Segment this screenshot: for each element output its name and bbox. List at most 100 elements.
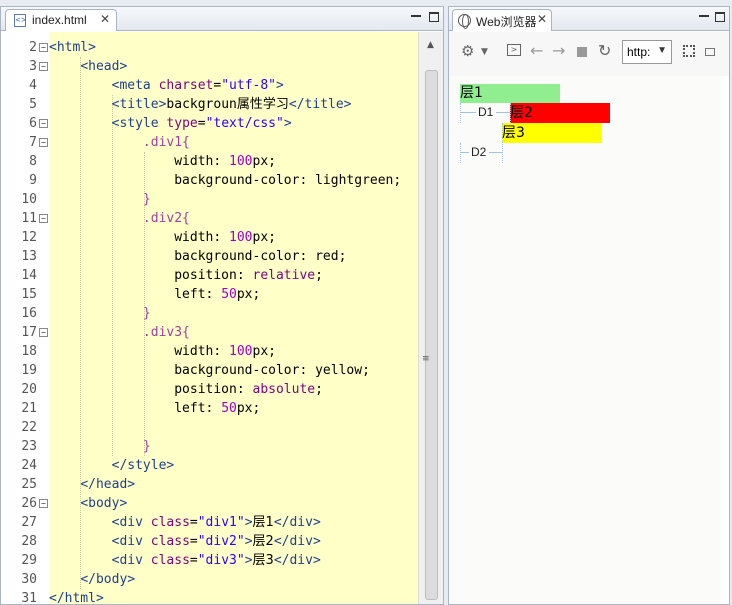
line-number: 10: [21, 192, 37, 207]
measure-guide: [460, 143, 461, 163]
lock-icon[interactable]: [705, 48, 715, 56]
ide-window: <> index.html ✕ 2−3− 4 5 6−7− 8 9 10 11− 12 13 14 1…: [0, 0, 732, 605]
back-icon[interactable]: ←: [530, 41, 543, 60]
code-line[interactable]: <style type="text/css">: [49, 114, 417, 133]
code-line[interactable]: <meta charset="utf-8">: [49, 76, 417, 95]
line-number: 29: [21, 553, 37, 568]
globe-icon: [458, 14, 471, 29]
browser-tab-label: Web浏览器: [476, 15, 537, 29]
close-tab-icon[interactable]: ✕: [100, 12, 110, 26]
line-number: 14: [21, 268, 37, 283]
code-line[interactable]: <html>: [49, 38, 417, 57]
code-line[interactable]: <div class="div3">层3</div>: [49, 551, 417, 570]
measure-guide: [460, 103, 461, 123]
fold-toggle-icon[interactable]: −: [39, 43, 48, 52]
div1-layer: 层1: [460, 84, 560, 103]
url-dropdown-icon[interactable]: ▼: [657, 45, 667, 56]
d1-arrow: [461, 112, 476, 113]
d1-arrow: [496, 112, 510, 113]
scroll-grip-icon: ≡: [422, 354, 430, 364]
line-number: 31: [21, 591, 37, 605]
line-number: 8: [29, 154, 37, 169]
fold-toggle-icon[interactable]: −: [39, 328, 48, 337]
line-number: 6−: [1, 114, 49, 133]
gear-icon[interactable]: ⚙: [461, 42, 474, 60]
tab-index-html[interactable]: <> index.html ✕: [5, 9, 117, 31]
code-line[interactable]: </style>: [49, 456, 417, 475]
fold-toggle-icon[interactable]: −: [39, 119, 48, 128]
rendered-page: [449, 76, 721, 604]
minimize-icon[interactable]: [699, 15, 709, 17]
line-number: 12: [21, 230, 37, 245]
code-line[interactable]: left: 50px;: [49, 285, 417, 304]
code-line[interactable]: position: relative;: [49, 266, 417, 285]
code-line[interactable]: .div1{: [49, 133, 417, 152]
code-line[interactable]: background-color: yellow;: [49, 361, 417, 380]
editor-tab-bar: <> index.html ✕: [1, 7, 443, 31]
code-line[interactable]: width: 100px;: [49, 342, 417, 361]
code-line[interactable]: width: 100px;: [49, 152, 417, 171]
code-line[interactable]: }: [49, 304, 417, 323]
forward-icon[interactable]: →: [552, 41, 565, 60]
fold-toggle-icon[interactable]: −: [39, 62, 48, 71]
code-line[interactable]: </html>: [49, 589, 417, 604]
d2-arrow: [489, 152, 502, 153]
code-line[interactable]: left: 50px;: [49, 399, 417, 418]
code-line[interactable]: <head>: [49, 57, 417, 76]
line-number: 24: [21, 458, 37, 473]
gear-dropdown-icon[interactable]: ▼: [481, 47, 488, 57]
close-tab-icon[interactable]: ✕: [537, 12, 547, 26]
code-line[interactable]: }: [49, 190, 417, 209]
code-line[interactable]: .div3{: [49, 323, 417, 342]
line-number: 23: [21, 439, 37, 454]
fold-toggle-icon[interactable]: −: [39, 138, 48, 147]
code-line[interactable]: background-color: lightgreen;: [49, 171, 417, 190]
line-number: 28: [21, 534, 37, 549]
code-line[interactable]: <title>backgroun属性学习</title>: [49, 95, 417, 114]
line-number: 11−: [1, 209, 49, 228]
minimize-icon[interactable]: [411, 15, 421, 17]
url-input[interactable]: http: ▼: [622, 40, 672, 64]
scroll-up-icon[interactable]: ▲: [427, 40, 434, 50]
code-line[interactable]: .div2{: [49, 209, 417, 228]
tab-label: index.html: [32, 13, 87, 27]
editor-scrollbar[interactable]: ▲ ≡: [418, 32, 443, 604]
d2-arrow: [461, 152, 469, 153]
line-number: 17−: [1, 323, 49, 342]
d1-label: D1: [478, 105, 494, 119]
refresh-icon[interactable]: ↻: [598, 41, 611, 60]
measure-guide: [510, 103, 511, 123]
maximize-icon[interactable]: [429, 12, 439, 22]
code-line[interactable]: <div class="div2">层2</div>: [49, 532, 417, 551]
scrollbar-thumb[interactable]: [425, 70, 438, 600]
line-number: 18: [21, 344, 37, 359]
terminal-icon[interactable]: >: [507, 44, 521, 56]
fold-toggle-icon[interactable]: −: [39, 214, 48, 223]
code-line[interactable]: <div class="div1">层1</div>: [49, 513, 417, 532]
line-number: 22: [21, 420, 37, 435]
line-number: 21: [21, 401, 37, 416]
qr-icon[interactable]: [683, 45, 695, 57]
line-number: 27: [21, 515, 37, 530]
stop-icon[interactable]: [577, 47, 587, 57]
code-line[interactable]: </head>: [49, 475, 417, 494]
maximize-icon[interactable]: [715, 12, 725, 22]
line-number: 5: [29, 97, 37, 112]
code-line[interactable]: <body>: [49, 494, 417, 513]
code-line[interactable]: [49, 418, 417, 437]
code-line[interactable]: background-color: red;: [49, 247, 417, 266]
web-browser-pane: Web浏览器 ✕ ⚙ ▼ > ← → ↻ http: ▼ 层1 层2 层3 D1…: [448, 6, 730, 605]
line-number: 4: [29, 78, 37, 93]
browser-viewport: 层1 层2 层3 D1 D2: [449, 76, 729, 604]
line-number: 16: [21, 306, 37, 321]
code-line[interactable]: </body>: [49, 570, 417, 589]
code-line[interactable]: }: [49, 437, 417, 456]
line-number: 15: [21, 287, 37, 302]
tab-web-browser[interactable]: Web浏览器 ✕: [452, 9, 552, 31]
line-number: 2−: [1, 38, 49, 57]
code-area[interactable]: <html> <head> <meta charset="utf-8"> <ti…: [49, 32, 417, 604]
fold-toggle-icon[interactable]: −: [39, 499, 48, 508]
code-line[interactable]: width: 100px;: [49, 228, 417, 247]
line-number: 30: [21, 572, 37, 587]
code-line[interactable]: position: absolute;: [49, 380, 417, 399]
